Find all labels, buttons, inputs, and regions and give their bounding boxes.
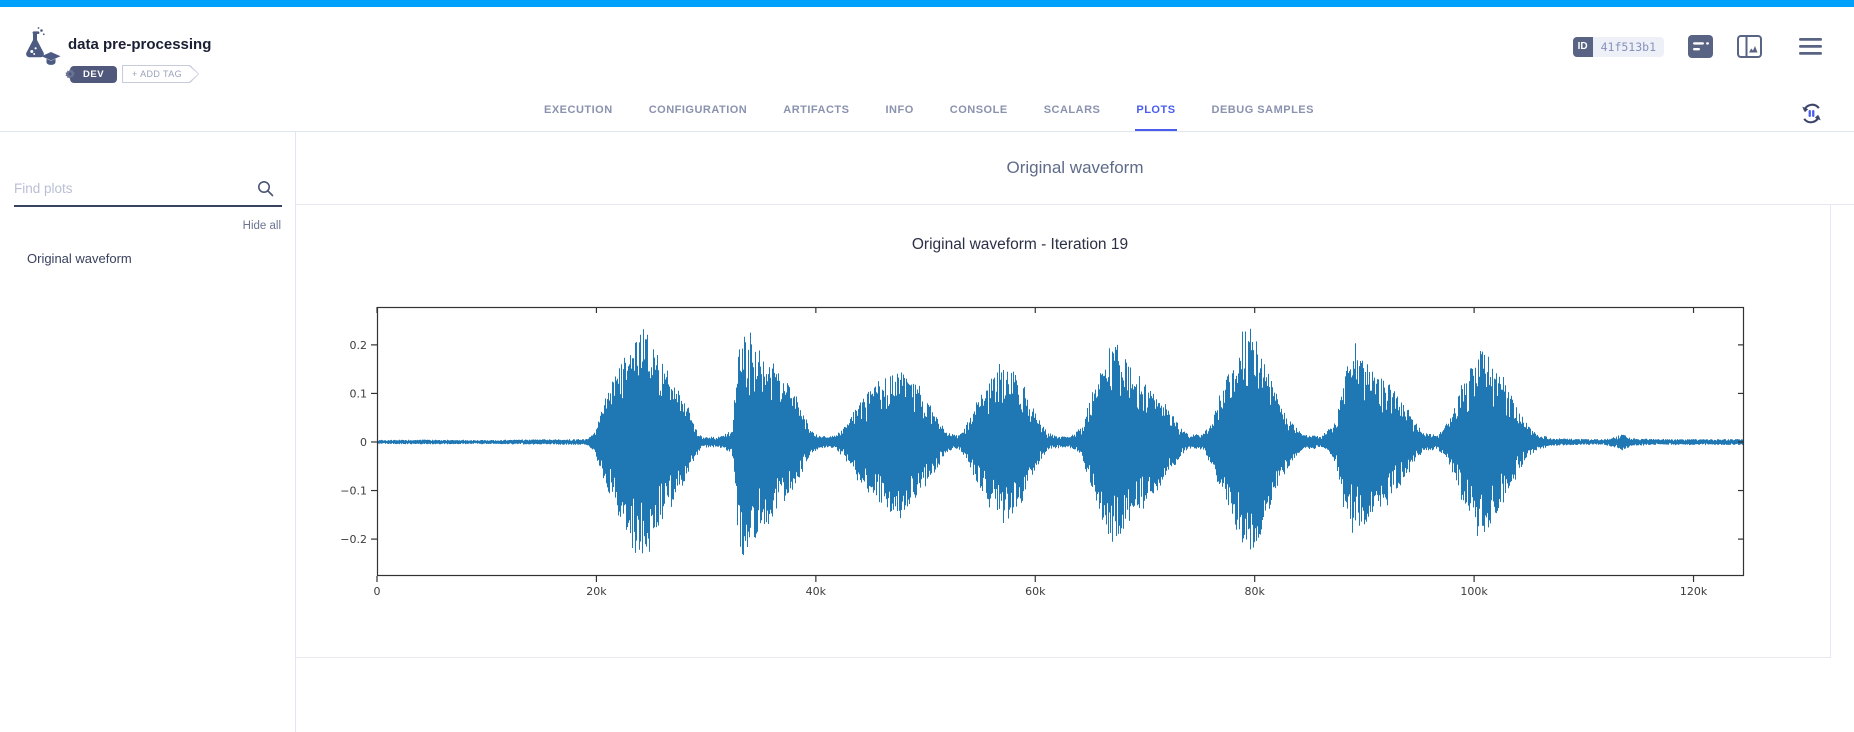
tab-plots[interactable]: PLOTS [1135, 88, 1176, 131]
menu-icon [1799, 38, 1822, 55]
tab-info[interactable]: INFO [885, 88, 915, 131]
task-id-chip[interactable]: ID 41f513b1 [1573, 37, 1664, 57]
plot-title: Original waveform - Iteration 19 [296, 236, 1744, 254]
plot-list-item[interactable]: Original waveform [0, 245, 295, 272]
svg-text:0.1: 0.1 [350, 387, 368, 400]
tab-console[interactable]: CONSOLE [949, 88, 1009, 131]
plot-list: Original waveform [0, 245, 295, 272]
tag-label: DEV [83, 69, 104, 80]
add-tag-label: + ADD TAG [123, 66, 198, 82]
plot-search-input[interactable] [14, 181, 244, 196]
tag-chip-dev[interactable]: DEV [70, 66, 117, 83]
tab-configuration[interactable]: CONFIGURATION [648, 88, 749, 131]
svg-text:−0.1: −0.1 [340, 485, 367, 498]
plot-group-header: Original waveform [296, 132, 1854, 205]
status-color-strip [0, 0, 1854, 7]
tabs: EXECUTION CONFIGURATION ARTIFACTS INFO C… [543, 88, 1315, 131]
plot-card[interactable]: Original waveform - Iteration 19 020k40k… [296, 205, 1831, 658]
tab-execution[interactable]: EXECUTION [543, 88, 614, 131]
svg-text:80k: 80k [1245, 585, 1266, 598]
svg-text:0.2: 0.2 [350, 339, 368, 352]
plots-panel: Original waveform Original waveform - It… [296, 132, 1854, 732]
svg-text:−0.2: −0.2 [340, 533, 367, 546]
svg-text:20k: 20k [586, 585, 607, 598]
id-badge: ID [1573, 37, 1593, 57]
svg-text:120k: 120k [1680, 585, 1708, 598]
plots-sidebar: Hide all Original waveform [0, 132, 296, 732]
autorefresh-button[interactable] [1799, 101, 1824, 131]
search-icon [257, 180, 274, 202]
clearml-task-page: COMPLETED data pre-processing [0, 0, 1854, 732]
details-icon [1688, 35, 1713, 58]
details-button[interactable] [1688, 35, 1713, 58]
task-id-value: 41f513b1 [1593, 37, 1664, 57]
autorefresh-pause-icon [1799, 101, 1824, 126]
svg-text:0: 0 [360, 436, 367, 449]
experiment-icon [18, 26, 62, 71]
task-header: data pre-processing DEV + ADD TAG ID 41f… [0, 7, 1854, 88]
tab-debug-samples[interactable]: DEBUG SAMPLES [1211, 88, 1315, 131]
svg-text:0: 0 [374, 585, 381, 598]
gear-icon [65, 69, 75, 79]
add-tag-button[interactable]: + ADD TAG [122, 65, 199, 83]
svg-text:40k: 40k [806, 585, 827, 598]
svg-text:60k: 60k [1025, 585, 1046, 598]
graph-panel-button[interactable] [1737, 35, 1762, 58]
hide-all-link[interactable]: Hide all [0, 220, 281, 232]
svg-text:100k: 100k [1460, 585, 1488, 598]
graph-panel-icon [1737, 35, 1762, 58]
tab-artifacts[interactable]: ARTIFACTS [782, 88, 850, 131]
waveform-chart[interactable]: 020k40k60k80k100k120k−0.2−0.100.10.2 [377, 307, 1744, 576]
tab-scalars[interactable]: SCALARS [1043, 88, 1102, 131]
task-title: data pre-processing [68, 36, 211, 53]
tab-bar: EXECUTION CONFIGURATION ARTIFACTS INFO C… [0, 88, 1854, 132]
content-area: Hide all Original waveform Original wave… [0, 132, 1854, 732]
header-actions: ID 41f513b1 [1573, 35, 1822, 58]
plot-search-row [14, 180, 282, 207]
menu-button[interactable] [1799, 38, 1822, 55]
tag-row: DEV + ADD TAG [70, 65, 199, 83]
